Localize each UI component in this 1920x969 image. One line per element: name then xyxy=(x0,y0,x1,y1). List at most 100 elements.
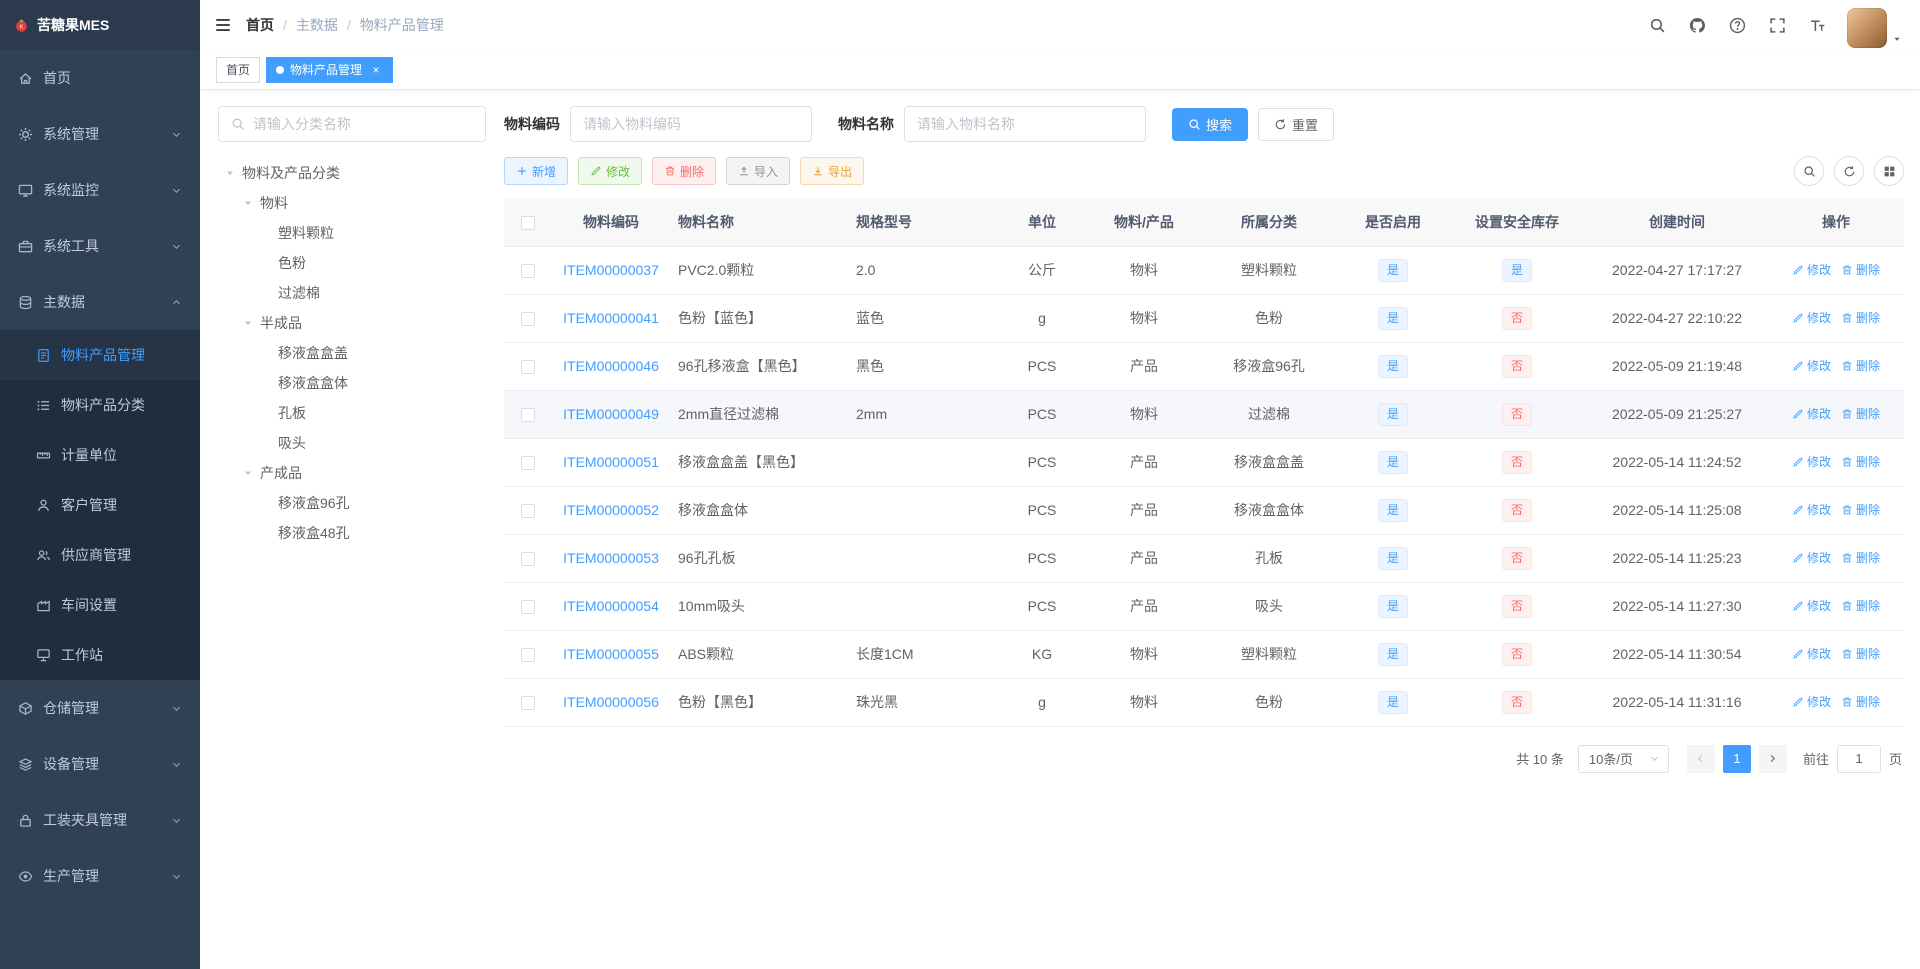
tab-home[interactable]: 首页 xyxy=(216,56,261,83)
category-search-input[interactable] xyxy=(253,116,473,132)
tree-node[interactable]: 过滤棉 xyxy=(218,278,486,308)
tree-node[interactable]: 移液盒盒体 xyxy=(218,368,486,398)
sidebar-item-system-tools[interactable]: 系统工具 xyxy=(0,218,200,274)
avatar[interactable] xyxy=(1847,7,1887,48)
material-code-link[interactable]: ITEM00000054 xyxy=(563,598,659,614)
toggle-search-icon[interactable] xyxy=(1794,156,1824,186)
material-code-link[interactable]: ITEM00000056 xyxy=(563,694,659,710)
row-checkbox[interactable] xyxy=(521,600,535,615)
app-logo[interactable]: K 苦糖果MES xyxy=(0,0,200,50)
breadcrumb-item[interactable]: 主数据 xyxy=(296,15,338,35)
prev-page-button[interactable] xyxy=(1686,744,1715,773)
sidebar-item-equipment-management[interactable]: 设备管理 xyxy=(0,736,200,792)
add-button[interactable]: 新增 xyxy=(504,157,569,185)
github-icon[interactable] xyxy=(1677,0,1717,50)
tree-node[interactable]: 半成品 xyxy=(218,308,486,338)
row-delete-button[interactable]: 删除 xyxy=(1841,645,1880,662)
delete-button[interactable]: 删除 xyxy=(652,157,717,185)
row-delete-button[interactable]: 删除 xyxy=(1841,405,1880,422)
tab-close-icon[interactable]: × xyxy=(369,63,383,77)
row-edit-button[interactable]: 修改 xyxy=(1792,645,1831,662)
tree-node[interactable]: 物料 xyxy=(218,188,486,218)
row-checkbox[interactable] xyxy=(521,504,535,519)
row-checkbox[interactable] xyxy=(521,312,535,327)
row-delete-button[interactable]: 删除 xyxy=(1841,261,1880,278)
row-delete-button[interactable]: 删除 xyxy=(1841,693,1880,710)
row-checkbox[interactable] xyxy=(521,408,535,423)
material-code-link[interactable]: ITEM00000052 xyxy=(563,502,659,518)
goto-page-input[interactable] xyxy=(1836,744,1881,773)
tree-node[interactable]: 孔板 xyxy=(218,398,486,428)
sidebar-item-home[interactable]: 首页 xyxy=(0,50,200,106)
material-name-input[interactable] xyxy=(904,106,1146,142)
row-checkbox[interactable] xyxy=(521,696,535,711)
row-delete-button[interactable]: 删除 xyxy=(1841,357,1880,374)
tree-node[interactable]: 移液盒盒盖 xyxy=(218,338,486,368)
row-delete-button[interactable]: 删除 xyxy=(1841,549,1880,566)
row-delete-button[interactable]: 删除 xyxy=(1841,597,1880,614)
row-checkbox[interactable] xyxy=(521,264,535,279)
breadcrumb-item[interactable]: 首页 xyxy=(246,15,274,35)
next-page-button[interactable] xyxy=(1758,744,1787,773)
sidebar-item-material-product-category[interactable]: 物料产品分类 xyxy=(0,380,200,430)
row-edit-button[interactable]: 修改 xyxy=(1792,357,1831,374)
help-icon[interactable] xyxy=(1717,0,1757,50)
refresh-table-icon[interactable] xyxy=(1834,156,1864,186)
row-checkbox[interactable] xyxy=(521,360,535,375)
page-size-select[interactable]: 10条/页 xyxy=(1577,744,1669,773)
material-code-input[interactable] xyxy=(570,106,812,142)
material-code-link[interactable]: ITEM00000051 xyxy=(563,454,659,470)
row-checkbox[interactable] xyxy=(521,456,535,471)
sidebar-item-warehouse-management[interactable]: 仓储管理 xyxy=(0,680,200,736)
material-code-link[interactable]: ITEM00000049 xyxy=(563,406,659,422)
material-code-link[interactable]: ITEM00000053 xyxy=(563,550,659,566)
tree-node[interactable]: 塑料颗粒 xyxy=(218,218,486,248)
fullscreen-icon[interactable] xyxy=(1757,0,1797,50)
export-button[interactable]: 导出 xyxy=(800,157,865,185)
row-delete-button[interactable]: 删除 xyxy=(1841,501,1880,518)
row-edit-button[interactable]: 修改 xyxy=(1792,405,1831,422)
row-edit-button[interactable]: 修改 xyxy=(1792,261,1831,278)
tree-node[interactable]: 色粉 xyxy=(218,248,486,278)
columns-icon[interactable] xyxy=(1874,156,1904,186)
user-menu[interactable] xyxy=(1837,3,1912,48)
row-edit-button[interactable]: 修改 xyxy=(1792,693,1831,710)
sidebar-item-workshop-settings[interactable]: 车间设置 xyxy=(0,580,200,630)
row-edit-button[interactable]: 修改 xyxy=(1792,597,1831,614)
sidebar-item-customer-management[interactable]: 客户管理 xyxy=(0,480,200,530)
tree-node[interactable]: 吸头 xyxy=(218,428,486,458)
sidebar-item-workstation[interactable]: 工作站 xyxy=(0,630,200,680)
edit-button[interactable]: 修改 xyxy=(578,157,643,185)
tab-material-product-management[interactable]: 物料产品管理 × xyxy=(266,56,394,83)
header-search-icon[interactable] xyxy=(1637,0,1677,50)
material-code-link[interactable]: ITEM00000041 xyxy=(563,310,659,326)
row-edit-button[interactable]: 修改 xyxy=(1792,453,1831,470)
row-edit-button[interactable]: 修改 xyxy=(1792,309,1831,326)
row-delete-button[interactable]: 删除 xyxy=(1841,453,1880,470)
reset-button[interactable]: 重置 xyxy=(1258,107,1335,141)
tree-node[interactable]: 产成品 xyxy=(218,458,486,488)
sidebar-item-material-product-management[interactable]: 物料产品管理 xyxy=(0,330,200,380)
material-code-link[interactable]: ITEM00000055 xyxy=(563,646,659,662)
select-all-checkbox[interactable] xyxy=(521,215,535,230)
page-button-1[interactable]: 1 xyxy=(1722,744,1751,773)
sidebar-item-system-monitor[interactable]: 系统监控 xyxy=(0,162,200,218)
material-code-link[interactable]: ITEM00000046 xyxy=(563,358,659,374)
material-code-link[interactable]: ITEM00000037 xyxy=(563,262,659,278)
sidebar-toggle-icon[interactable] xyxy=(200,0,246,50)
import-button[interactable]: 导入 xyxy=(726,157,791,185)
sidebar-item-master-data[interactable]: 主数据 xyxy=(0,274,200,330)
row-delete-button[interactable]: 删除 xyxy=(1841,309,1880,326)
sidebar-item-fixture-management[interactable]: 工装夹具管理 xyxy=(0,792,200,848)
sidebar-item-supplier-management[interactable]: 供应商管理 xyxy=(0,530,200,580)
row-edit-button[interactable]: 修改 xyxy=(1792,501,1831,518)
search-button[interactable]: 搜索 xyxy=(1172,107,1249,141)
font-size-icon[interactable] xyxy=(1797,0,1837,50)
sidebar-item-system-management[interactable]: 系统管理 xyxy=(0,106,200,162)
row-edit-button[interactable]: 修改 xyxy=(1792,549,1831,566)
tree-node[interactable]: 移液盒96孔 xyxy=(218,488,486,518)
row-checkbox[interactable] xyxy=(521,648,535,663)
tree-node[interactable]: 移液盒48孔 xyxy=(218,518,486,548)
sidebar-item-production-management[interactable]: 生产管理 xyxy=(0,848,200,904)
row-checkbox[interactable] xyxy=(521,552,535,567)
